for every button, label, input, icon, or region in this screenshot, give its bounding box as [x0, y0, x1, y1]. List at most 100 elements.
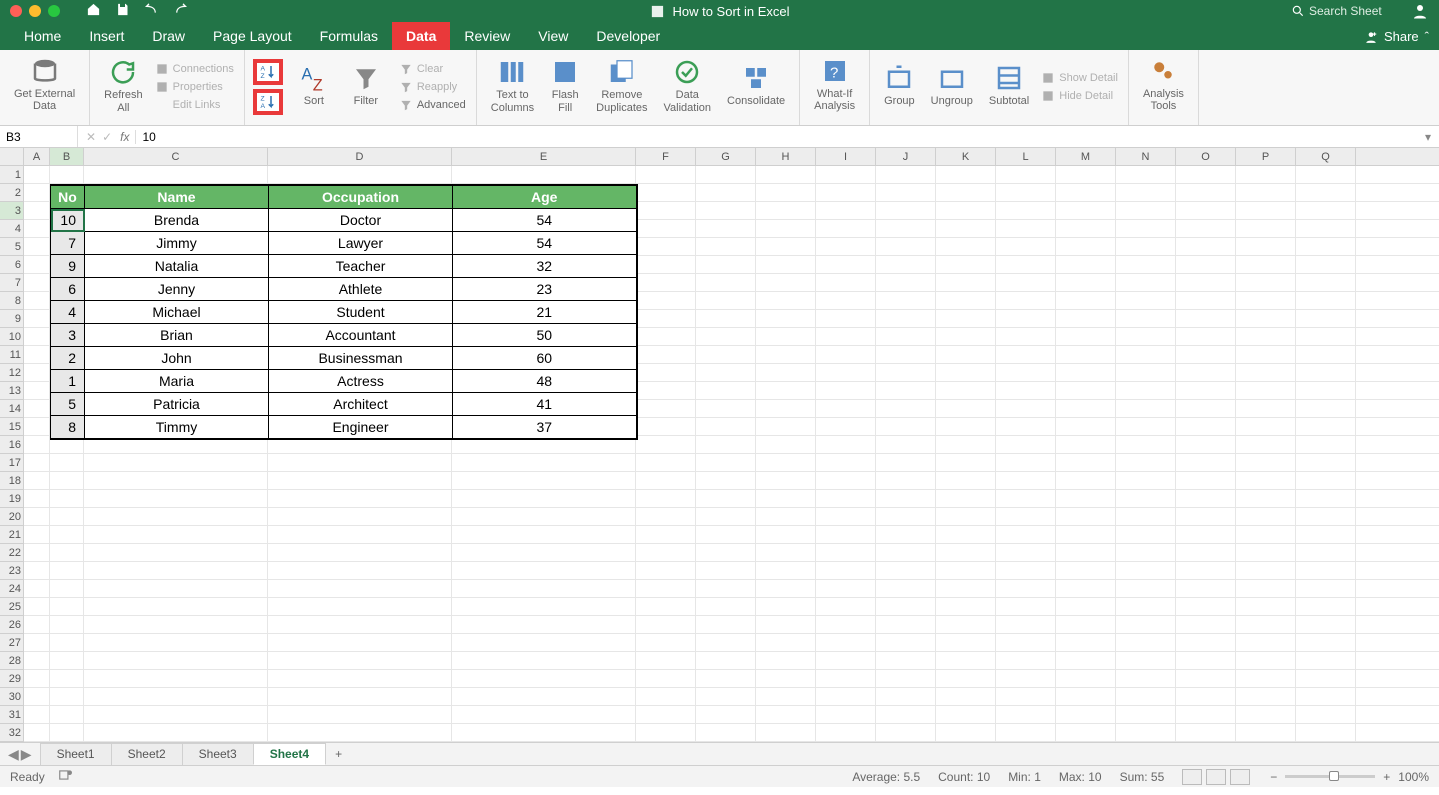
table-row[interactable]: 9NataliaTeacher32 — [51, 255, 637, 278]
th-age[interactable]: Age — [453, 185, 637, 209]
analysis-tools-button[interactable]: Analysis Tools — [1135, 52, 1192, 119]
table-row[interactable]: 2JohnBusinessman60 — [51, 347, 637, 370]
col-header-G[interactable]: G — [696, 148, 756, 165]
row-header[interactable]: 5 — [0, 238, 24, 256]
row-header[interactable]: 22 — [0, 544, 24, 562]
collapse-ribbon-icon[interactable]: ˆ — [1425, 29, 1429, 44]
row-header[interactable]: 18 — [0, 472, 24, 490]
connections-button[interactable]: Connections — [155, 62, 234, 76]
sort-button[interactable]: AZSort — [291, 59, 337, 114]
col-header-B[interactable]: B — [50, 148, 84, 165]
col-header-A[interactable]: A — [24, 148, 50, 165]
row-header[interactable]: 20 — [0, 508, 24, 526]
tab-review[interactable]: Review — [450, 22, 524, 50]
view-mode-buttons[interactable] — [1182, 769, 1250, 785]
tab-developer[interactable]: Developer — [582, 22, 674, 50]
user-icon[interactable] — [1411, 2, 1429, 20]
window-controls[interactable] — [0, 5, 60, 17]
row-header[interactable]: 26 — [0, 616, 24, 634]
tab-page-layout[interactable]: Page Layout — [199, 22, 306, 50]
row-header[interactable]: 7 — [0, 274, 24, 292]
spreadsheet-grid[interactable]: ABCDEFGHIJKLMNOPQ 1234567891011121314151… — [0, 148, 1439, 742]
col-header-I[interactable]: I — [816, 148, 876, 165]
col-header-O[interactable]: O — [1176, 148, 1236, 165]
zoom-in-icon[interactable]: + — [1383, 770, 1390, 784]
row-header[interactable]: 32 — [0, 724, 24, 742]
get-external-data-button[interactable]: Get External Data — [6, 52, 83, 119]
row-header[interactable]: 25 — [0, 598, 24, 616]
row-header[interactable]: 17 — [0, 454, 24, 472]
row-header[interactable]: 3 — [0, 202, 24, 220]
sort-ascending-button[interactable]: AZ — [253, 59, 283, 85]
undo-icon[interactable] — [144, 2, 159, 20]
col-header-H[interactable]: H — [756, 148, 816, 165]
maximize-window-icon[interactable] — [48, 5, 60, 17]
sort-descending-button[interactable]: ZA — [253, 89, 283, 115]
tab-view[interactable]: View — [524, 22, 582, 50]
col-header-M[interactable]: M — [1056, 148, 1116, 165]
accept-formula-icon[interactable]: ✓ — [102, 130, 112, 144]
redo-icon[interactable] — [173, 2, 188, 20]
row-header[interactable]: 2 — [0, 184, 24, 202]
row-header[interactable]: 16 — [0, 436, 24, 454]
th-occ[interactable]: Occupation — [269, 185, 453, 209]
remove-duplicates-button[interactable]: Remove Duplicates — [588, 53, 655, 120]
view-normal-icon[interactable] — [1182, 769, 1202, 785]
sheet-nav-prev-icon[interactable]: ◀ — [8, 746, 19, 763]
sheet-tab-sheet2[interactable]: Sheet2 — [111, 743, 183, 765]
home-icon[interactable] — [86, 2, 101, 20]
th-name[interactable]: Name — [85, 185, 269, 209]
what-if-button[interactable]: ?What-If Analysis — [806, 52, 863, 119]
col-header-E[interactable]: E — [452, 148, 636, 165]
view-page-layout-icon[interactable] — [1206, 769, 1226, 785]
data-table[interactable]: No Name Occupation Age 10BrendaDoctor547… — [50, 184, 638, 440]
col-header-L[interactable]: L — [996, 148, 1056, 165]
row-header[interactable]: 1 — [0, 166, 24, 184]
row-header[interactable]: 8 — [0, 292, 24, 310]
sheet-tab-sheet4[interactable]: Sheet4 — [253, 743, 326, 765]
tab-draw[interactable]: Draw — [138, 22, 199, 50]
row-header[interactable]: 15 — [0, 418, 24, 436]
table-row[interactable]: 4MichaelStudent21 — [51, 301, 637, 324]
search-sheet[interactable] — [1291, 4, 1399, 18]
row-header[interactable]: 4 — [0, 220, 24, 238]
close-window-icon[interactable] — [10, 5, 22, 17]
subtotal-button[interactable]: Subtotal — [981, 59, 1037, 114]
table-row[interactable]: 10BrendaDoctor54 — [51, 209, 637, 232]
minimize-window-icon[interactable] — [29, 5, 41, 17]
row-header[interactable]: 10 — [0, 328, 24, 346]
view-page-break-icon[interactable] — [1230, 769, 1250, 785]
add-sheet-button[interactable]: + — [325, 744, 352, 764]
table-row[interactable]: 3BrianAccountant50 — [51, 324, 637, 347]
row-header[interactable]: 6 — [0, 256, 24, 274]
group-button[interactable]: Group — [876, 59, 923, 114]
row-header[interactable]: 31 — [0, 706, 24, 724]
select-all-cell[interactable] — [0, 148, 24, 166]
th-no[interactable]: No — [51, 185, 85, 209]
cancel-formula-icon[interactable]: ✕ — [86, 130, 96, 144]
row-header[interactable]: 9 — [0, 310, 24, 328]
table-row[interactable]: 8TimmyEngineer37 — [51, 416, 637, 440]
row-header[interactable]: 28 — [0, 652, 24, 670]
save-icon[interactable] — [115, 2, 130, 20]
name-box[interactable]: B3 — [0, 126, 78, 147]
tab-home[interactable]: Home — [10, 22, 75, 50]
share-button[interactable]: Share ˆ — [1354, 23, 1439, 50]
row-header[interactable]: 12 — [0, 364, 24, 382]
macro-record-icon[interactable] — [57, 768, 73, 785]
search-input[interactable] — [1309, 4, 1399, 18]
filter-button[interactable]: Filter — [343, 59, 389, 114]
advanced-filter-button[interactable]: Advanced — [399, 98, 466, 112]
table-row[interactable]: 1MariaActress48 — [51, 370, 637, 393]
tab-data[interactable]: Data — [392, 22, 450, 50]
sheet-tab-sheet1[interactable]: Sheet1 — [40, 743, 112, 765]
col-header-N[interactable]: N — [1116, 148, 1176, 165]
zoom-slider[interactable] — [1285, 775, 1375, 778]
table-row[interactable]: 5PatriciaArchitect41 — [51, 393, 637, 416]
zoom-out-icon[interactable]: − — [1270, 770, 1277, 784]
row-header[interactable]: 29 — [0, 670, 24, 688]
flash-fill-button[interactable]: Flash Fill — [542, 53, 588, 120]
sheet-nav-next-icon[interactable]: ▶ — [21, 746, 32, 763]
fx-icon[interactable]: fx — [120, 130, 136, 144]
consolidate-button[interactable]: Consolidate — [719, 59, 793, 114]
